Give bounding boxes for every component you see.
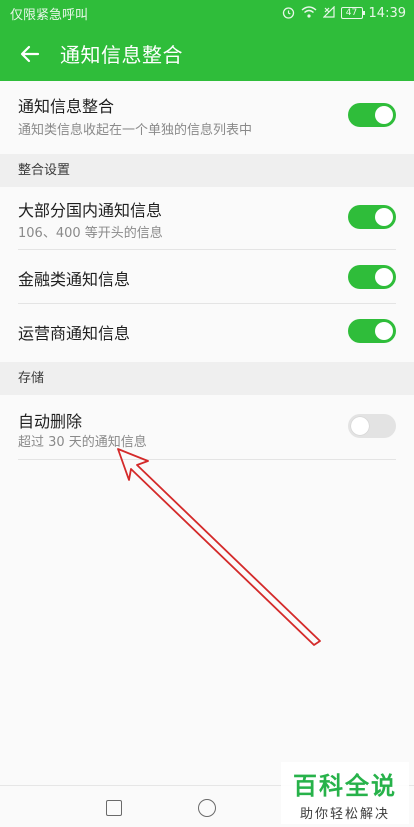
toggle-knob (351, 417, 369, 435)
toggle-knob (375, 322, 393, 340)
status-icons: 47 14:39 (282, 6, 406, 21)
app-bar: 通知信息整合 (0, 26, 414, 81)
status-bar: 仅限紧急呼叫 47 14:39 (0, 0, 414, 26)
battery-level: 47 (345, 8, 358, 18)
battery-icon: 47 (340, 7, 365, 19)
notification-merge-toggle[interactable] (348, 103, 396, 127)
watermark-sub-text: 助你轻松解决 (299, 807, 390, 822)
alarm-icon (282, 6, 295, 21)
setting-title: 金融类通知信息 (18, 270, 131, 289)
page-title: 通知信息整合 (60, 43, 183, 67)
section-header-storage: 存储 (0, 362, 414, 395)
carrier-notifications-toggle[interactable] (348, 319, 396, 343)
setting-title: 运营商通知信息 (18, 324, 131, 343)
auto-delete-toggle[interactable] (348, 414, 396, 438)
setting-subtitle: 通知类信息收起在一个单独的信息列表中 (18, 123, 253, 138)
arrow-left-icon (20, 45, 40, 62)
toggle-knob (375, 106, 393, 124)
setting-row-finance-notifications[interactable]: 金融类通知信息 (0, 250, 414, 304)
watermark-logo: 百科全说 助你轻松解决 (281, 762, 409, 824)
no-signal-icon (322, 5, 335, 20)
recent-apps-icon[interactable] (106, 800, 122, 816)
setting-row-auto-delete[interactable]: 自动删除 超过 30 天的通知信息 (0, 395, 414, 460)
setting-title: 大部分国内通知信息 (18, 201, 163, 220)
setting-subtitle: 超过 30 天的通知信息 (18, 435, 147, 450)
back-button[interactable] (0, 26, 60, 81)
section-header-merge-settings: 整合设置 (0, 154, 414, 187)
carrier-text: 仅限紧急呼叫 (10, 7, 89, 23)
domestic-notifications-toggle[interactable] (348, 205, 396, 229)
finance-notifications-toggle[interactable] (348, 265, 396, 289)
clock-text: 14:39 (368, 5, 406, 21)
setting-row-domestic-notifications[interactable]: 大部分国内通知信息 106、400 等开头的信息 (0, 187, 414, 250)
toggle-knob (375, 208, 393, 226)
home-icon[interactable] (198, 799, 216, 817)
setting-row-carrier-notifications[interactable]: 运营商通知信息 (0, 304, 414, 358)
toggle-knob (375, 268, 393, 286)
setting-row-notification-merge[interactable]: 通知信息整合 通知类信息收起在一个单独的信息列表中 (0, 81, 414, 148)
wifi-icon (301, 6, 317, 20)
watermark-main-text: 百科全说 (293, 772, 397, 800)
setting-subtitle: 106、400 等开头的信息 (18, 226, 163, 241)
setting-title: 自动删除 (18, 412, 83, 431)
setting-title: 通知信息整合 (18, 97, 115, 116)
